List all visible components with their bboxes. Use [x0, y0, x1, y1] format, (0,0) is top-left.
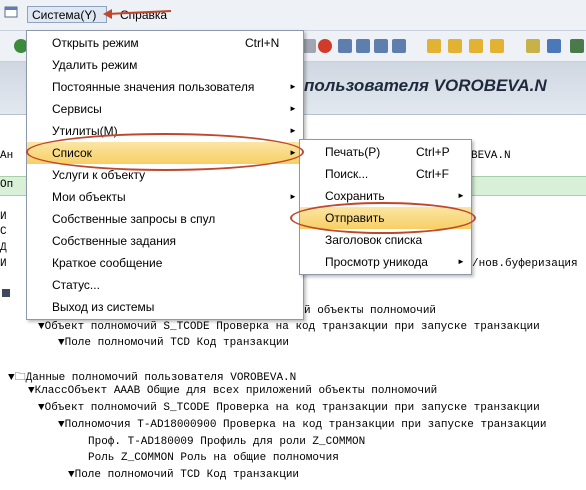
- menu-item-label: Собственные задания: [52, 234, 177, 248]
- menu-system[interactable]: Система(Y): [27, 6, 107, 23]
- menu-item-own-jobs[interactable]: Собственные задания: [27, 230, 303, 252]
- menu-item-label: Выход из системы: [52, 300, 155, 314]
- find-icon[interactable]: [356, 39, 370, 53]
- menu-item-label: Удалить режим: [52, 58, 138, 72]
- tree-line: Проф. T-AD180009 Профиль для роли Z_COMM…: [88, 436, 366, 448]
- bg-strip-label: Оп: [0, 179, 14, 191]
- bg-side-letter: С: [0, 226, 7, 238]
- tree-line: ▼Объект полномочий S_TCODE Проверка на к…: [38, 402, 540, 414]
- menu-item-short-message[interactable]: Краткое сообщение: [27, 252, 303, 274]
- menu-item-label: Собственные запросы в спул: [52, 212, 216, 226]
- tree-line: й объекты полномочий: [304, 305, 437, 317]
- menu-item-delete-session[interactable]: Удалить режим: [27, 54, 303, 76]
- submenu-arrow-icon: ►: [289, 82, 297, 91]
- menu-item-shortcut: Ctrl+N: [245, 36, 280, 50]
- menu-item-unicode-display[interactable]: Просмотр уникода ►: [300, 251, 471, 273]
- menu-item-find[interactable]: Поиск... Ctrl+F: [300, 163, 471, 185]
- bg-side-letter: И: [0, 211, 7, 223]
- menu-item-open-session[interactable]: Открыть режим Ctrl+N: [27, 32, 303, 54]
- customize-icon[interactable]: [570, 39, 584, 53]
- menu-item-label: Краткое сообщение: [52, 256, 163, 270]
- system-menu: Открыть режим Ctrl+N Удалить режим Посто…: [26, 30, 304, 320]
- tree-line: ▼Поле полномочий TCD Код транзакции: [58, 337, 290, 349]
- menu-item-status[interactable]: Статус...: [27, 274, 303, 296]
- submenu-arrow-icon: ►: [457, 257, 465, 266]
- menu-item-shortcut: Ctrl+F: [416, 167, 449, 181]
- previous-page-icon[interactable]: [427, 39, 441, 53]
- toolbar-icon[interactable]: [302, 39, 316, 53]
- menu-item-logoff[interactable]: Выход из системы: [27, 296, 303, 318]
- tree-line: ▼Поле полномочий TCD Код транзакции: [68, 469, 300, 481]
- last-page-icon[interactable]: [469, 39, 483, 53]
- submenu-arrow-icon: ►: [289, 104, 297, 113]
- next-page-icon[interactable]: [448, 39, 462, 53]
- bg-row-label: Ан: [0, 150, 14, 162]
- tree-line: ▼Объект полномочий S_TCODE Проверка на к…: [38, 321, 540, 333]
- tree-line: ▼Полномочия T-AD18000900 Проверка на код…: [58, 419, 547, 431]
- menu-item-print[interactable]: Печать(Р) Ctrl+P: [300, 141, 471, 163]
- annotation-ellipse-send: [290, 202, 476, 234]
- menu-item-label: Сервисы: [52, 102, 102, 116]
- help-icon[interactable]: [547, 39, 561, 53]
- menu-item-own-spool-requests[interactable]: Собственные запросы в спул: [27, 208, 303, 230]
- folder-icon: [2, 289, 10, 297]
- layout-icon[interactable]: [526, 39, 540, 53]
- annotation-ellipse-list: [26, 133, 304, 171]
- first-page-icon[interactable]: [392, 39, 406, 53]
- menu-item-label: Мои объекты: [52, 190, 126, 204]
- bg-row-value: BEVA.N: [471, 150, 511, 162]
- bg-buffer-text: /нов.буферизация: [472, 258, 578, 270]
- annotation-arrow-icon: [103, 9, 172, 19]
- system-window-icon[interactable]: [4, 6, 18, 18]
- tree-line: ▼КлассОбъект AAAB Общие для всех приложе…: [28, 385, 438, 397]
- menu-item-label: Поиск...: [325, 167, 369, 181]
- menu-item-services[interactable]: Сервисы ►: [27, 98, 303, 120]
- page-title: пользователя VOROBEVA.N: [304, 76, 547, 95]
- menu-item-label: Печать(Р): [325, 145, 381, 159]
- bg-side-letter: И: [0, 258, 7, 270]
- menu-item-shortcut: Ctrl+P: [416, 145, 450, 159]
- bg-side-letter: Д: [0, 242, 7, 254]
- submenu-arrow-icon: ►: [457, 191, 465, 200]
- new-session-icon[interactable]: [490, 39, 504, 53]
- menu-item-my-objects[interactable]: Мои объекты ►: [27, 186, 303, 208]
- tree-line: Роль Z_COMMON Роль на общие полномочия: [88, 452, 339, 464]
- menu-item-label: Открыть режим: [52, 36, 139, 50]
- menu-item-label: Постоянные значения пользователя: [52, 80, 255, 94]
- menu-item-label: Статус...: [52, 278, 100, 292]
- submenu-arrow-icon: ►: [289, 192, 297, 201]
- find-next-icon[interactable]: [374, 39, 388, 53]
- menu-item-user-defaults[interactable]: Постоянные значения пользователя ►: [27, 76, 303, 98]
- submenu-arrow-icon: ►: [289, 126, 297, 135]
- print-icon[interactable]: [338, 39, 352, 53]
- cancel-icon[interactable]: [318, 39, 332, 53]
- menu-item-label: Просмотр уникода: [325, 255, 428, 269]
